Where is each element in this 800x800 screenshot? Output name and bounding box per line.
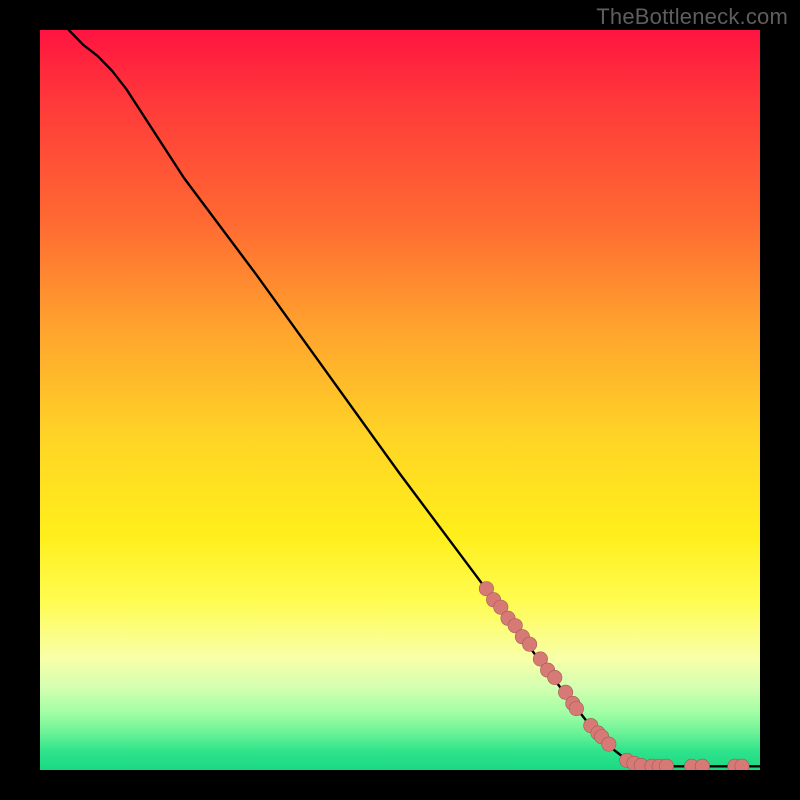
plot-area	[40, 30, 760, 770]
chart-svg	[40, 30, 760, 770]
data-marker	[602, 737, 616, 751]
data-marker	[548, 670, 562, 684]
chart-frame: TheBottleneck.com	[0, 0, 800, 800]
marker-layer	[479, 582, 749, 771]
data-marker	[695, 759, 709, 770]
data-marker	[569, 701, 583, 715]
curve-path	[69, 30, 760, 766]
curve-layer	[69, 30, 760, 766]
data-marker	[522, 637, 536, 651]
watermark-text: TheBottleneck.com	[596, 4, 788, 30]
